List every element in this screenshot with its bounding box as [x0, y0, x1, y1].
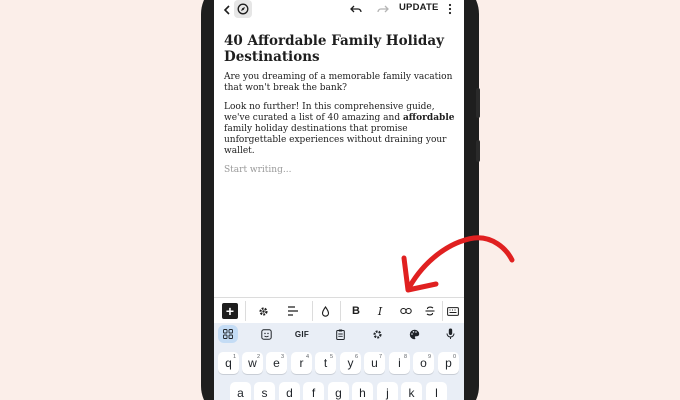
key-e[interactable]: e3 — [266, 352, 287, 374]
key-letter: w — [248, 356, 257, 370]
key-number-hint: 9 — [427, 354, 431, 360]
update-button[interactable]: UPDATE — [399, 2, 439, 13]
key-number-hint: 8 — [403, 354, 407, 360]
key-number-hint: 3 — [280, 354, 284, 360]
compass-icon[interactable] — [234, 0, 252, 18]
paragraph-block[interactable]: Are you dreaming of a memorable family v… — [224, 72, 456, 94]
key-number-hint: 6 — [354, 354, 358, 360]
key-letter: t — [323, 356, 328, 370]
clipboard-icon[interactable] — [332, 325, 348, 343]
keyboard-row-2: a s d f g h j k l — [214, 382, 464, 400]
key-s[interactable]: s — [254, 382, 275, 400]
add-block-icon[interactable]: + — [222, 303, 238, 319]
key-u[interactable]: u7 — [364, 352, 385, 374]
key-i[interactable]: i8 — [389, 352, 410, 374]
key-k[interactable]: k — [401, 382, 422, 400]
key-l[interactable]: l — [426, 382, 447, 400]
post-content: 40 Affordable Family Holiday Destination… — [224, 33, 456, 176]
key-o[interactable]: o9 — [413, 352, 434, 374]
key-y[interactable]: y6 — [340, 352, 361, 374]
keyboard-row-1: q1 w2 e3 r4 t5 y6 u7 i8 o9 p0 — [214, 352, 464, 374]
toolbar-divider — [245, 301, 246, 321]
toolbar-divider — [340, 301, 341, 321]
phone-power-button — [476, 140, 480, 162]
key-letter: p — [445, 356, 452, 370]
key-letter: u — [371, 356, 378, 370]
key-letter: y — [347, 356, 354, 370]
key-number-hint: 2 — [256, 354, 260, 360]
start-writing-placeholder[interactable]: Start writing... — [224, 165, 456, 176]
phone-screen: UPDATE 40 Affordable Family Holiday Dest… — [214, 0, 464, 400]
key-g[interactable]: g — [328, 382, 349, 400]
editor-top-toolbar: UPDATE — [214, 0, 464, 22]
key-d[interactable]: d — [279, 382, 300, 400]
microphone-icon[interactable] — [442, 325, 458, 343]
redo-icon[interactable] — [374, 1, 392, 17]
key-q[interactable]: q1 — [218, 352, 239, 374]
more-vertical-icon[interactable] — [445, 1, 455, 17]
gear-icon[interactable] — [254, 301, 272, 321]
chevron-left-icon[interactable] — [220, 2, 234, 18]
key-w[interactable]: w2 — [242, 352, 263, 374]
key-number-hint: 1 — [232, 354, 236, 360]
undo-icon[interactable] — [347, 1, 365, 17]
key-h[interactable]: h — [352, 382, 373, 400]
red-arrow-annotation — [401, 235, 515, 293]
gif-button[interactable]: GIF — [292, 325, 312, 343]
key-letter: i — [398, 356, 401, 370]
paragraph-block[interactable]: Look no further! In this comprehensive g… — [224, 102, 456, 157]
key-number-hint: 4 — [305, 354, 309, 360]
key-t[interactable]: t5 — [315, 352, 336, 374]
paragraph-text: family holiday destinations that promise… — [224, 124, 447, 156]
on-screen-keyboard: GIF q1 w2 e3 r4 t5 y6 u7 i8 o9 p0 a s d … — [214, 323, 464, 400]
italic-button[interactable]: I — [372, 301, 388, 321]
droplet-icon[interactable] — [316, 301, 334, 321]
gear-icon[interactable] — [369, 325, 385, 343]
palette-icon[interactable] — [406, 325, 422, 343]
key-a[interactable]: a — [230, 382, 251, 400]
key-letter: r — [299, 356, 304, 370]
keyboard-suggestion-bar: GIF — [214, 323, 464, 345]
key-f[interactable]: f — [303, 382, 324, 400]
apps-grid-icon[interactable] — [218, 325, 238, 343]
key-j[interactable]: j — [377, 382, 398, 400]
key-number-hint: 5 — [329, 354, 333, 360]
toolbar-divider — [312, 301, 313, 321]
bold-text: affordable — [402, 113, 455, 123]
key-letter: q — [225, 356, 232, 370]
key-letter: e — [273, 356, 280, 370]
key-p[interactable]: p0 — [438, 352, 459, 374]
key-number-hint: 0 — [452, 354, 456, 360]
phone-volume-button — [476, 88, 480, 118]
post-title[interactable]: 40 Affordable Family Holiday Destination… — [224, 33, 456, 65]
key-letter: o — [420, 356, 427, 370]
key-r[interactable]: r4 — [291, 352, 312, 374]
bold-button[interactable]: B — [348, 301, 364, 321]
key-number-hint: 7 — [378, 354, 382, 360]
sticker-icon[interactable] — [258, 325, 274, 343]
align-icon[interactable] — [284, 301, 302, 321]
